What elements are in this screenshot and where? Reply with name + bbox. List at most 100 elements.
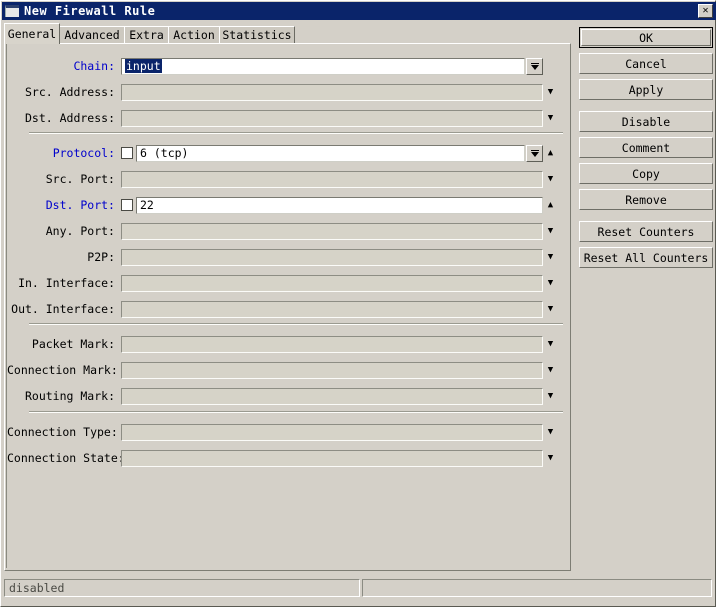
input-in-interface <box>121 274 543 292</box>
button-label: Comment <box>621 140 671 155</box>
control-group: ▼ <box>121 423 558 441</box>
control-group: ▼ <box>121 300 558 318</box>
status-bar: disabled <box>4 579 714 599</box>
input-any-port <box>121 222 543 240</box>
control-group: ▼ <box>121 83 558 101</box>
button-label: Copy <box>632 166 660 181</box>
chevron-down-icon[interactable]: ▼ <box>543 339 558 349</box>
tab-general[interactable]: General <box>4 23 60 44</box>
label-out-interface: Out. Interface: <box>11 302 115 316</box>
copy-button[interactable]: Copy <box>579 163 713 184</box>
dropdown-button-chain[interactable] <box>526 57 543 75</box>
input-src-address <box>121 83 543 101</box>
apply-button[interactable]: Apply <box>579 79 713 100</box>
form-row-dst-address: Dst. Address: ▼ <box>7 108 570 128</box>
form-row-routing-mark: Routing Mark: ▼ <box>7 386 570 406</box>
chevron-down-icon <box>530 151 539 157</box>
tab-statistics[interactable]: Statistics <box>219 26 295 43</box>
general-tab-panel: Chain: input Src. Address: ▼ Dst. Address: ▼ P… <box>4 43 571 571</box>
group-separator <box>29 323 563 325</box>
remove-button[interactable]: Remove <box>579 189 713 210</box>
button-label: Apply <box>628 82 664 97</box>
chevron-down-icon[interactable]: ▼ <box>543 113 558 123</box>
reset-all-counters-button[interactable]: Reset All Counters <box>579 247 713 268</box>
input-routing-mark <box>121 387 543 405</box>
label-in-interface: In. Interface: <box>18 276 115 290</box>
chevron-down-icon[interactable]: ▼ <box>543 174 558 184</box>
form-row-any-port: Any. Port: ▼ <box>7 221 570 241</box>
dropdown-bar-icon <box>530 62 539 64</box>
chevron-down-icon[interactable]: ▼ <box>543 87 558 97</box>
chevron-down-icon[interactable]: ▼ <box>543 304 558 314</box>
label-chain: Chain: <box>73 59 115 73</box>
button-label: OK <box>639 30 653 45</box>
label-packet-mark: Packet Mark: <box>31 337 115 351</box>
group-separator <box>29 411 563 413</box>
form-area: Chain: input Src. Address: ▼ Dst. Address: ▼ P… <box>6 44 569 568</box>
ok-button[interactable]: OK <box>579 27 713 48</box>
tab-advanced[interactable]: Advanced <box>59 26 125 43</box>
control-group: ▼ <box>121 170 558 188</box>
label-connection-mark: Connection Mark: <box>7 363 118 377</box>
checkbox-dst-port[interactable] <box>121 199 133 211</box>
label-dst-port: Dst. Port: <box>45 198 115 212</box>
button-label: Remove <box>625 192 667 207</box>
chevron-up-icon[interactable]: ▲ <box>543 200 558 210</box>
chevron-up-icon[interactable]: ▲ <box>543 148 558 158</box>
chevron-down-icon[interactable]: ▼ <box>543 453 558 463</box>
window-title: New Firewall Rule <box>24 4 156 18</box>
label-src-address: Src. Address: <box>24 85 115 99</box>
form-row-out-interface: Out. Interface: ▼ <box>7 299 570 319</box>
chevron-down-icon[interactable]: ▼ <box>543 226 558 236</box>
dropdown-button-protocol[interactable] <box>526 144 543 162</box>
button-label: Reset Counters <box>597 224 695 239</box>
control-group: ▼ <box>121 387 558 405</box>
chevron-down-icon <box>530 64 539 70</box>
input-src-port <box>121 170 543 188</box>
comment-button[interactable]: Comment <box>579 137 713 158</box>
form-row-src-address: Src. Address: ▼ <box>7 82 570 102</box>
control-group: ▼ <box>121 335 558 353</box>
dropdown-bar-icon <box>530 149 539 151</box>
label-connection-type: Connection Type: <box>7 425 118 439</box>
chevron-down-icon[interactable]: ▼ <box>543 391 558 401</box>
label-src-port: Src. Port: <box>45 172 115 186</box>
form-row-connection-type: Connection Type: ▼ <box>7 422 570 442</box>
label-protocol: Protocol: <box>52 146 115 160</box>
input-dst-port[interactable]: 22 <box>136 196 543 214</box>
control-group: 22 ▲ <box>121 196 558 214</box>
cancel-button[interactable]: Cancel <box>579 53 713 74</box>
input-p2p <box>121 248 543 266</box>
tab-extra[interactable]: Extra <box>124 26 169 43</box>
chevron-down-icon[interactable]: ▼ <box>543 427 558 437</box>
close-icon[interactable]: ✕ <box>698 4 713 18</box>
status-text: disabled <box>4 579 360 597</box>
form-row-connection-mark: Connection Mark: ▼ <box>7 360 570 380</box>
form-row-dst-port: Dst. Port: 22 ▲ <box>7 195 570 215</box>
window-icon <box>5 5 19 17</box>
form-row-p2p: P2P: ▼ <box>7 247 570 267</box>
disable-button[interactable]: Disable <box>579 111 713 132</box>
control-group: ▼ <box>121 361 558 379</box>
input-connection-state <box>121 449 543 467</box>
tab-action[interactable]: Action <box>168 26 220 43</box>
input-chain[interactable]: input <box>121 57 525 75</box>
label-dst-address: Dst. Address: <box>24 111 115 125</box>
chevron-down-icon[interactable]: ▼ <box>543 278 558 288</box>
form-row-packet-mark: Packet Mark: ▼ <box>7 334 570 354</box>
form-row-in-interface: In. Interface: ▼ <box>7 273 570 293</box>
label-any-port: Any. Port: <box>45 224 115 238</box>
input-connection-type <box>121 423 543 441</box>
form-row-chain: Chain: input <box>7 56 570 76</box>
input-connection-mark <box>121 361 543 379</box>
reset-counters-button[interactable]: Reset Counters <box>579 221 713 242</box>
chevron-down-icon[interactable]: ▼ <box>543 365 558 375</box>
checkbox-protocol[interactable] <box>121 147 133 159</box>
button-label: Disable <box>621 114 671 129</box>
input-protocol[interactable]: 6 (tcp) <box>136 144 525 162</box>
input-dst-address <box>121 109 543 127</box>
label-connection-state: Connection State: <box>7 451 125 465</box>
control-group: ▼ <box>121 248 558 266</box>
chevron-down-icon[interactable]: ▼ <box>543 252 558 262</box>
control-group: ▼ <box>121 222 558 240</box>
